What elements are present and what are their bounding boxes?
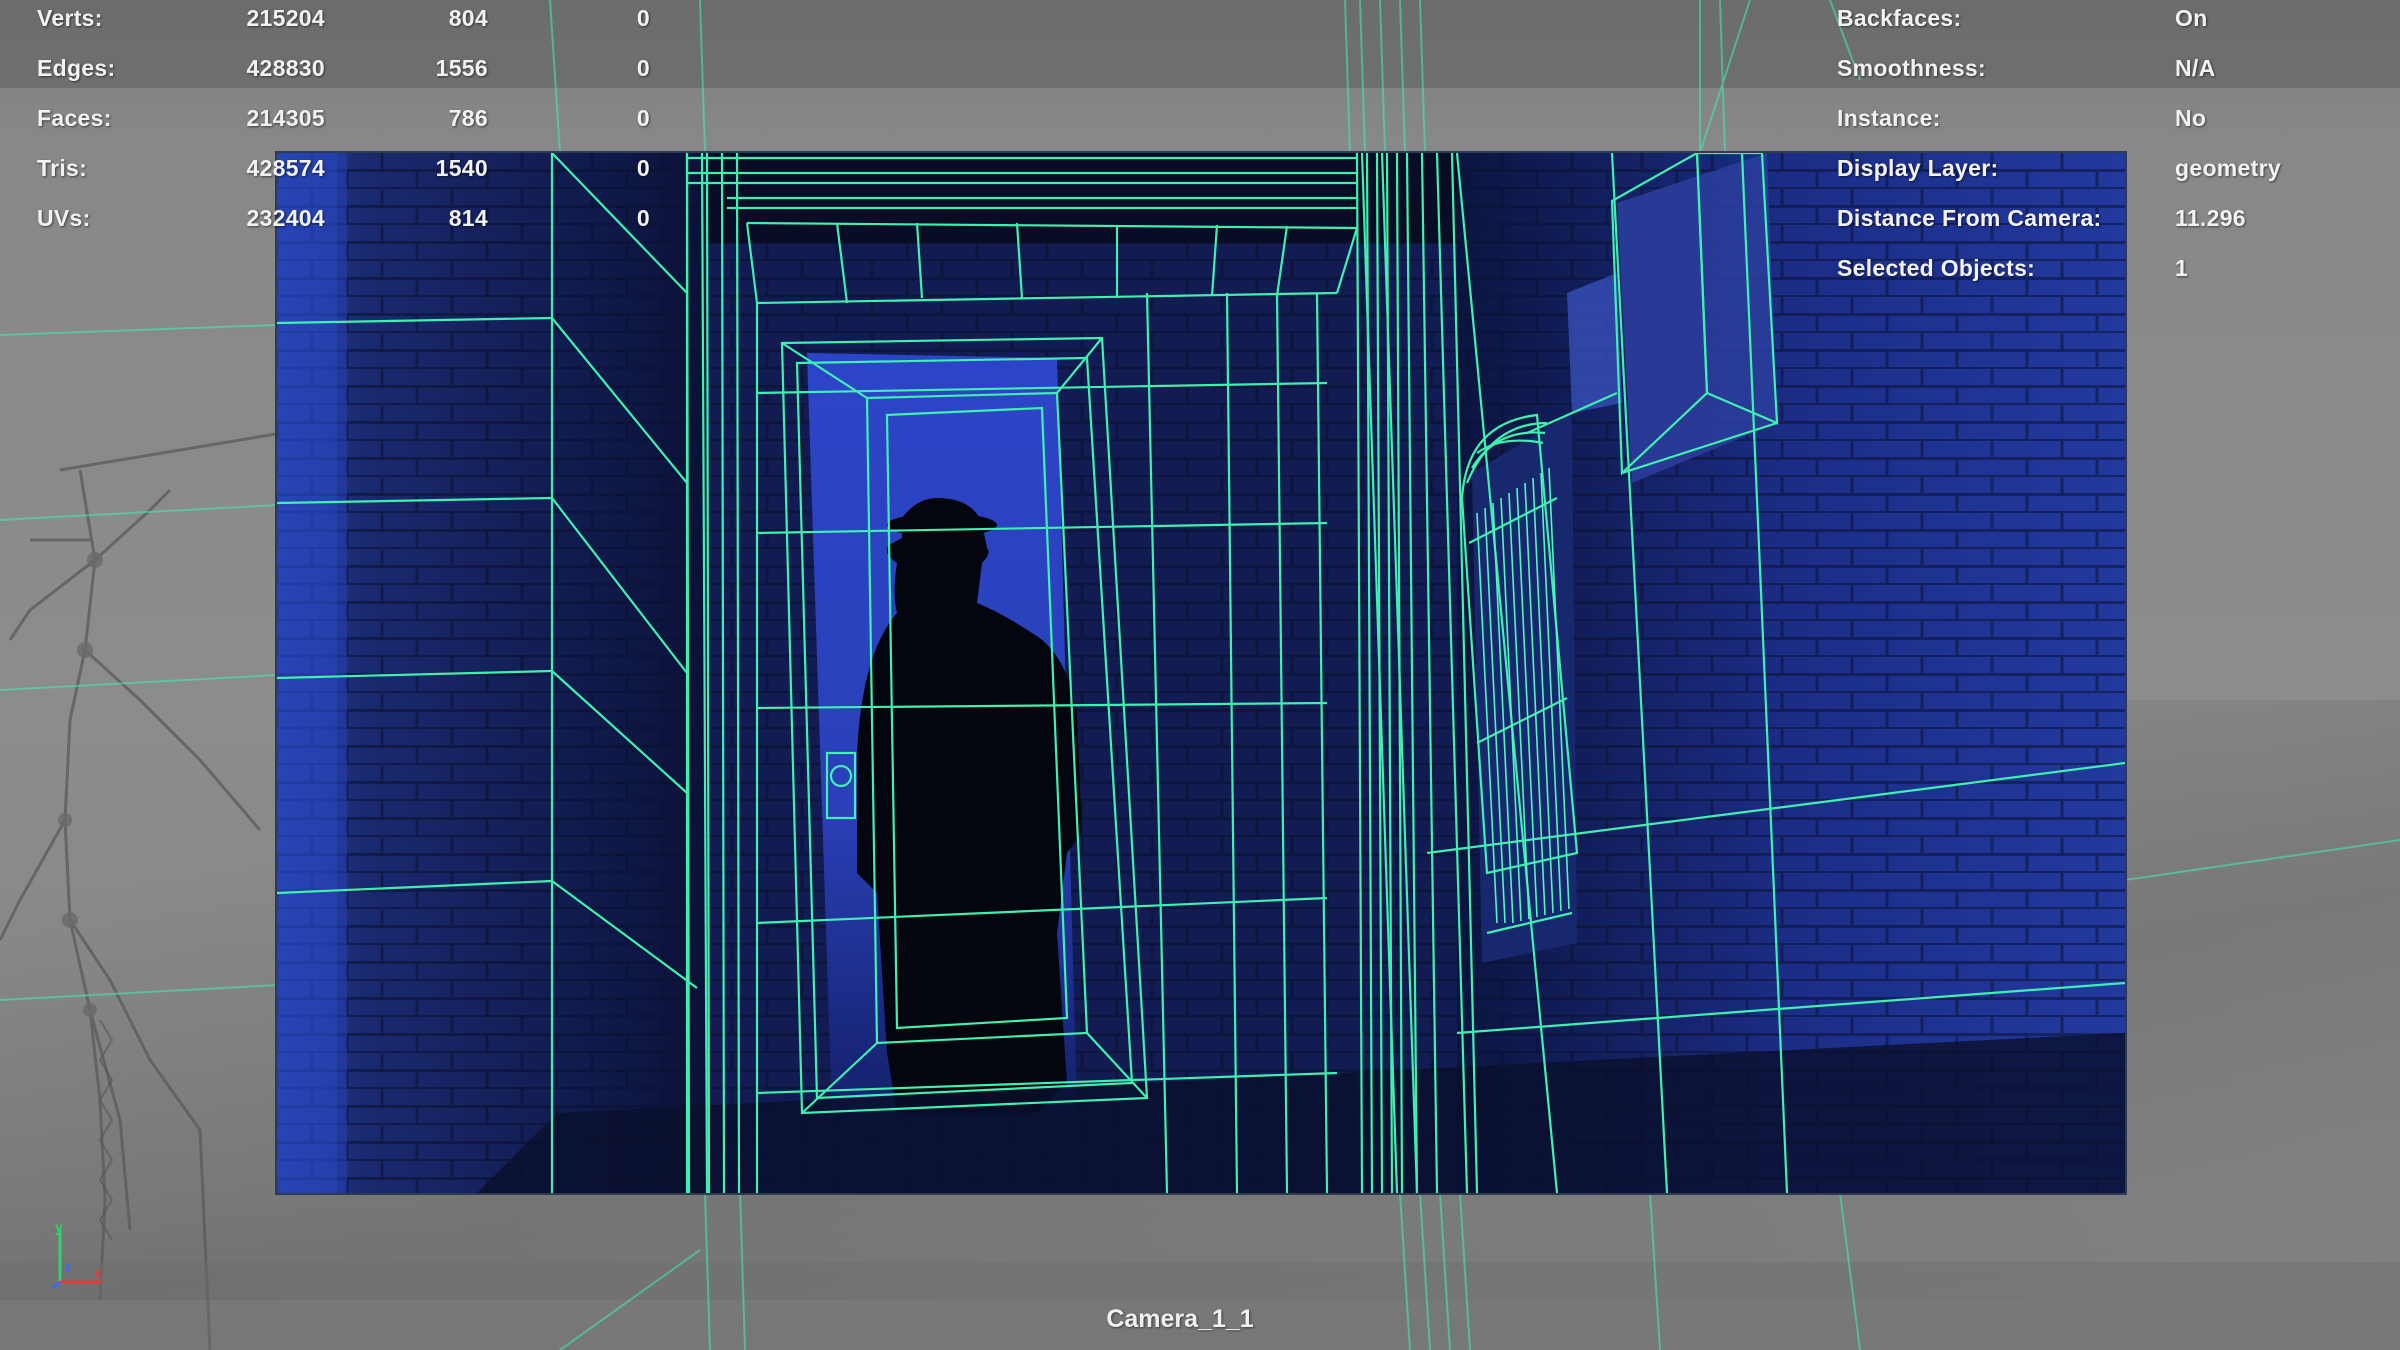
hud-tris-scene: 428574: [246, 155, 325, 181]
hud-faces-scene: 214305: [246, 105, 325, 131]
hud-value-selected-objects: 1: [2175, 255, 2189, 281]
axis-z-label: z: [64, 1259, 71, 1275]
hud-label-tris: Tris:: [37, 155, 88, 181]
hud-value-instance: No: [2175, 105, 2207, 131]
hud-label-faces: Faces:: [37, 105, 112, 131]
view-axis-gizmo: y z x: [51, 1222, 102, 1290]
hud-faces-selected: 786: [448, 105, 488, 131]
alley-wireframe-mesh: [277, 153, 2125, 1193]
hud-edges-selected: 1556: [435, 55, 488, 81]
hud-value-distance-from-camera: 11.296: [2175, 205, 2246, 231]
camera-image-plane: [277, 153, 2125, 1193]
hud-faces-components: 0: [636, 105, 650, 131]
hud-uvs-scene: 232404: [246, 205, 325, 231]
hud-label-edges: Edges:: [37, 55, 116, 81]
hud-label-backfaces: Backfaces:: [1837, 5, 1962, 31]
hud-uvs-selected: 814: [448, 205, 488, 231]
hud-value-smoothness: N/A: [2175, 55, 2216, 81]
hud-verts-selected: 804: [448, 5, 488, 31]
hud-value-backfaces: On: [2175, 5, 2208, 31]
camera-name-label: Camera_1_1: [1106, 1305, 1254, 1333]
3d-viewport[interactable]: Verts: 215204 804 0 Edges: 428830 1556 0…: [0, 0, 2400, 1350]
hud-value-display-layer: geometry: [2175, 155, 2281, 181]
hud-tris-selected: 1540: [435, 155, 488, 181]
hud-label-verts: Verts:: [37, 5, 103, 31]
hud-tris-components: 0: [636, 155, 650, 181]
hud-label-distance-from-camera: Distance From Camera:: [1837, 205, 2102, 231]
hud-label-smoothness: Smoothness:: [1837, 55, 1986, 81]
hud-verts-scene: 215204: [246, 5, 325, 31]
hud-label-uvs: UVs:: [37, 205, 91, 231]
axis-y-label: y: [55, 1222, 63, 1235]
hud-label-selected-objects: Selected Objects:: [1837, 255, 2036, 281]
hud-edges-components: 0: [636, 55, 650, 81]
hud-verts-components: 0: [636, 5, 650, 31]
hud-edges-scene: 428830: [246, 55, 325, 81]
hud-label-display-layer: Display Layer:: [1837, 155, 1999, 181]
axis-z-line: [51, 1280, 61, 1290]
axis-x-label: x: [94, 1265, 102, 1281]
hud-uvs-components: 0: [636, 205, 650, 231]
hud-label-instance: Instance:: [1837, 105, 1941, 131]
